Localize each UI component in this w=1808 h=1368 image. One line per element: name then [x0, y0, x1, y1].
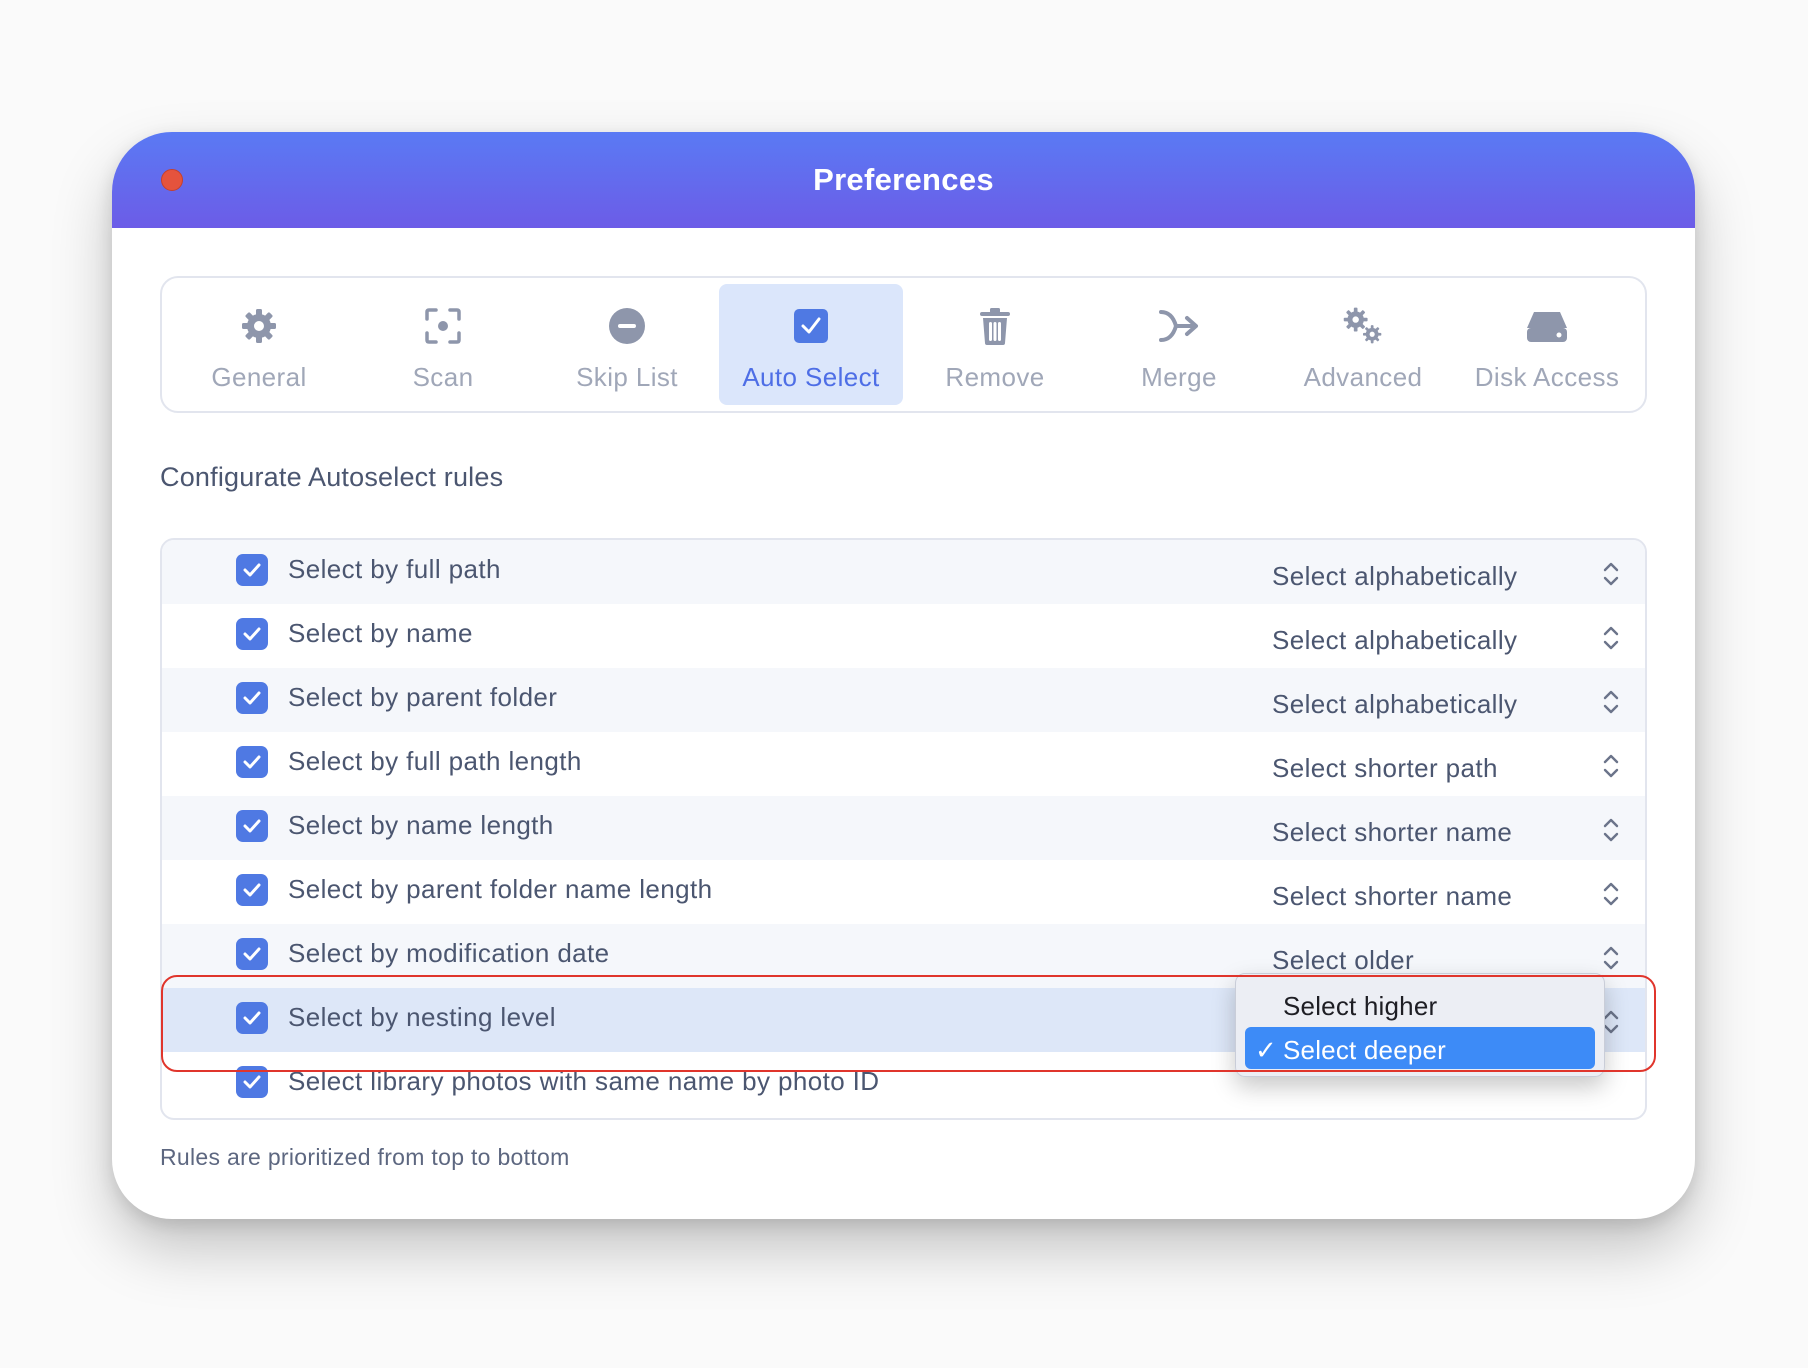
- scan-icon: [421, 304, 465, 348]
- tab-merge[interactable]: Merge: [1087, 284, 1271, 405]
- rule-checkbox[interactable]: [236, 1066, 268, 1098]
- gear-icon: [237, 304, 281, 348]
- chevron-updown-icon[interactable]: [1600, 942, 1622, 974]
- checkmark-icon: [243, 563, 261, 577]
- rule-checkbox[interactable]: [236, 746, 268, 778]
- rule-row: Select by full path Select alphabeticall…: [162, 540, 1645, 604]
- rule-option-popup[interactable]: Select alphabetically: [1272, 561, 1517, 592]
- rule-label: Select library photos with same name by …: [288, 1066, 880, 1096]
- disk-icon: [1525, 304, 1569, 348]
- rule-row: Select by parent folder name length Sele…: [162, 860, 1645, 924]
- rule-option-popup[interactable]: Select alphabetically: [1272, 689, 1517, 720]
- tab-label: Disk Access: [1474, 362, 1620, 392]
- tab-skip-list[interactable]: Skip List: [535, 284, 719, 405]
- section-title: Configurate Autoselect rules: [160, 462, 504, 492]
- chevron-updown-icon[interactable]: [1600, 750, 1622, 782]
- checkmark-icon: [243, 691, 261, 705]
- rule-row: Select by name Select alphabetically: [162, 604, 1645, 668]
- checkmark-icon: [243, 1011, 261, 1025]
- trash-icon: [973, 304, 1017, 348]
- title-bar: Preferences: [112, 132, 1695, 228]
- checkmark-icon: [243, 1075, 261, 1089]
- rule-row: Select by name length Select shorter nam…: [162, 796, 1645, 860]
- rule-checkbox[interactable]: [236, 618, 268, 650]
- rules-footnote: Rules are prioritized from top to bottom: [160, 1144, 570, 1170]
- rule-checkbox[interactable]: [236, 554, 268, 586]
- rule-option-popup[interactable]: Select alphabetically: [1272, 625, 1517, 656]
- menu-item-select-deeper[interactable]: ✓ Select deeper: [1245, 1027, 1595, 1069]
- tab-scan[interactable]: Scan: [351, 284, 535, 405]
- menu-item-label: Select deeper: [1283, 1035, 1447, 1065]
- rule-label: Select by full path length: [288, 746, 582, 776]
- rule-checkbox[interactable]: [236, 810, 268, 842]
- rule-label: Select by name: [288, 618, 473, 648]
- checkmark-icon: [243, 819, 261, 833]
- rule-label: Select by nesting level: [288, 1002, 556, 1032]
- chevron-updown-icon[interactable]: [1600, 622, 1622, 654]
- checkmark-icon: [243, 883, 261, 897]
- tab-label: Auto Select: [742, 362, 880, 392]
- rule-label: Select by parent folder: [288, 682, 558, 712]
- close-window-button[interactable]: [161, 169, 183, 191]
- rule-row: Select by parent folder Select alphabeti…: [162, 668, 1645, 732]
- rule-label: Select by full path: [288, 554, 501, 584]
- rule-option-popup[interactable]: Select older: [1272, 945, 1414, 976]
- tab-label: Scan: [412, 362, 474, 392]
- rule-label: Select by name length: [288, 810, 554, 840]
- tab-label: Remove: [945, 362, 1045, 392]
- tab-label: Merge: [1141, 362, 1217, 392]
- chevron-updown-icon[interactable]: [1600, 814, 1622, 846]
- checkmark-icon: [243, 627, 261, 641]
- minus-circle-icon: [605, 304, 649, 348]
- chevron-updown-icon[interactable]: [1600, 686, 1622, 718]
- checkmark-icon: [243, 947, 261, 961]
- tab-label: General: [211, 362, 307, 392]
- checkbox-icon: [789, 304, 833, 348]
- chevron-updown-icon[interactable]: [1600, 878, 1622, 910]
- rule-checkbox[interactable]: [236, 938, 268, 970]
- rule-checkbox[interactable]: [236, 874, 268, 906]
- rule-option-popup[interactable]: Select shorter name: [1272, 817, 1512, 848]
- rule-row: Select by full path length Select shorte…: [162, 732, 1645, 796]
- checkmark-icon: [243, 755, 261, 769]
- rule-label: Select by parent folder name length: [288, 874, 713, 904]
- window-title: Preferences: [813, 162, 994, 197]
- rule-option-popup[interactable]: Select shorter name: [1272, 881, 1512, 912]
- menu-item-label: Select higher: [1283, 991, 1438, 1021]
- nesting-level-popup-menu: Select higher ✓ Select deeper: [1235, 973, 1605, 1077]
- tab-remove[interactable]: Remove: [903, 284, 1087, 405]
- checkmark-icon: ✓: [1255, 1035, 1277, 1065]
- merge-arrow-icon: [1157, 304, 1201, 348]
- gears-icon: [1341, 304, 1385, 348]
- rule-label: Select by modification date: [288, 938, 610, 968]
- tab-advanced[interactable]: Advanced: [1271, 284, 1455, 405]
- rule-checkbox[interactable]: [236, 682, 268, 714]
- rule-checkbox[interactable]: [236, 1002, 268, 1034]
- tab-label: Skip List: [576, 362, 678, 392]
- tab-auto-select[interactable]: Auto Select: [719, 284, 903, 405]
- chevron-updown-icon[interactable]: [1600, 558, 1622, 590]
- tab-label: Advanced: [1303, 362, 1423, 392]
- tab-disk-access[interactable]: Disk Access: [1455, 284, 1639, 405]
- rule-option-popup[interactable]: Select shorter path: [1272, 753, 1498, 784]
- tab-general[interactable]: General: [167, 284, 351, 405]
- menu-item-select-higher[interactable]: Select higher: [1245, 983, 1595, 1025]
- preferences-toolbar: General Scan Skip List Auto Select Remov…: [160, 276, 1647, 413]
